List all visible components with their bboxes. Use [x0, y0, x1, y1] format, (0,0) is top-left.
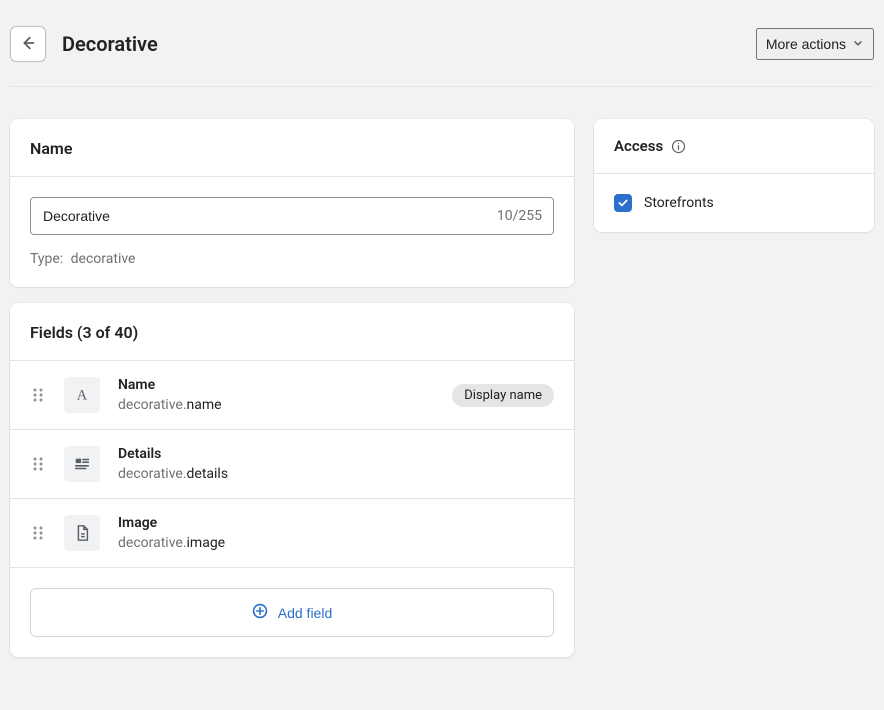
field-row-image[interactable]: Image decorative.image: [10, 499, 574, 568]
more-actions-label: More actions: [766, 36, 846, 52]
name-card: Name 10/255 Type: decorative: [10, 119, 574, 287]
content: Name 10/255 Type: decorative Fields (3 o…: [10, 119, 874, 657]
add-field-wrap: Add field: [10, 568, 574, 657]
info-icon[interactable]: [671, 139, 686, 154]
more-actions-button[interactable]: More actions: [756, 28, 874, 60]
fields-card-header: Fields (3 of 40): [10, 303, 574, 361]
name-input[interactable]: [30, 197, 554, 235]
drag-handle-icon[interactable]: [30, 456, 46, 472]
drag-handle-icon[interactable]: [30, 525, 46, 541]
svg-text:A: A: [77, 388, 88, 404]
storefronts-label: Storefronts: [644, 195, 714, 211]
back-button[interactable]: [10, 26, 46, 62]
field-path: decorative.name: [118, 397, 434, 413]
side-column: Access Storefronts: [594, 119, 874, 232]
field-row-name[interactable]: A Name decorative.name Display name: [10, 361, 574, 430]
name-card-body: 10/255 Type: decorative: [10, 177, 574, 287]
fields-card-title: Fields (3 of 40): [30, 323, 554, 342]
fields-card: Fields (3 of 40) A Name: [10, 303, 574, 657]
field-name-label: Image: [118, 515, 554, 531]
storefronts-checkbox[interactable]: [614, 194, 632, 212]
field-name-label: Name: [118, 377, 434, 393]
name-card-title: Name: [30, 139, 554, 158]
access-card: Access Storefronts: [594, 119, 874, 232]
chevron-down-icon: [852, 36, 864, 52]
display-name-badge: Display name: [452, 384, 554, 407]
add-field-label: Add field: [278, 605, 332, 621]
richtext-field-icon: [64, 446, 100, 482]
field-row-details[interactable]: Details decorative.details: [10, 430, 574, 499]
page-header: Decorative More actions: [10, 10, 874, 87]
field-text: Image decorative.image: [118, 515, 554, 551]
add-field-button[interactable]: Add field: [30, 588, 554, 637]
field-text: Details decorative.details: [118, 446, 554, 482]
type-label: Type:: [30, 251, 63, 267]
storefronts-checkbox-row[interactable]: Storefronts: [614, 194, 854, 212]
main-column: Name 10/255 Type: decorative Fields (3 o…: [10, 119, 574, 657]
file-field-icon: [64, 515, 100, 551]
access-title: Access: [614, 137, 663, 155]
type-row: Type: decorative: [30, 251, 554, 267]
field-path: decorative.details: [118, 466, 554, 482]
header-left: Decorative: [10, 26, 158, 62]
name-input-wrap: 10/255: [30, 197, 554, 235]
field-name-label: Details: [118, 446, 554, 462]
page-title: Decorative: [62, 32, 158, 56]
text-field-icon: A: [64, 377, 100, 413]
type-value: decorative: [71, 251, 136, 267]
arrow-left-icon: [19, 34, 37, 55]
plus-circle-icon: [252, 603, 268, 622]
field-text: Name decorative.name: [118, 377, 434, 413]
access-card-body: Storefronts: [594, 174, 874, 232]
access-card-header: Access: [594, 119, 874, 174]
drag-handle-icon[interactable]: [30, 387, 46, 403]
name-card-header: Name: [10, 119, 574, 177]
field-path: decorative.image: [118, 535, 554, 551]
